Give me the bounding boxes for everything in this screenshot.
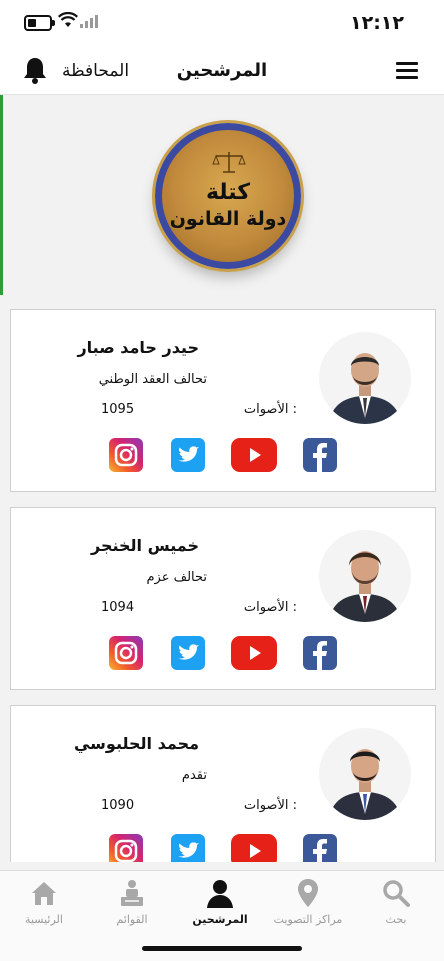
- votes-value: 1095: [101, 402, 135, 417]
- tab-label: المرشحين: [192, 913, 248, 926]
- twitter-icon[interactable]: [171, 834, 205, 862]
- candidate-card[interactable]: حيدر حامد صبار تحالف العقد الوطني الأصوا…: [10, 309, 436, 492]
- twitter-icon[interactable]: [171, 636, 205, 670]
- instagram-icon[interactable]: [109, 834, 143, 862]
- tab-label: بحث: [385, 913, 407, 926]
- battery-icon: [24, 15, 55, 31]
- signal-icon: [80, 15, 98, 28]
- tab-search[interactable]: بحث: [352, 875, 440, 931]
- page-title: المرشحين: [176, 60, 268, 81]
- votes-value: 1094: [101, 600, 135, 615]
- tab-voting-centers[interactable]: مراكز التصويت: [264, 875, 352, 931]
- lists-icon: [121, 880, 143, 906]
- scales-icon: [212, 152, 246, 173]
- candidate-name: خميس الخنجر: [90, 536, 199, 555]
- votes-label: الأصوات :: [243, 402, 297, 417]
- candidate-name: محمد الحلبوسي: [73, 734, 199, 753]
- instagram-icon[interactable]: [109, 438, 143, 472]
- logo-line-1: كتلة: [205, 180, 251, 205]
- tab-home[interactable]: الرئيسية: [0, 875, 88, 931]
- candidate-party: تحالف العقد الوطني: [98, 372, 207, 387]
- status-bar: ١٢:١٢: [0, 0, 444, 46]
- status-time: ١٢:١٢: [350, 12, 404, 34]
- candidate-name: حيدر حامد صبار: [77, 338, 199, 357]
- votes-label: الأصوات :: [243, 600, 297, 615]
- votes-label: الأصوات :: [243, 798, 297, 813]
- location-pin-icon: [298, 879, 318, 907]
- tab-label: مراكز التصويت: [273, 913, 343, 926]
- tab-label: الرئيسية: [25, 913, 63, 926]
- menu-icon[interactable]: [396, 62, 418, 79]
- candidate-card[interactable]: محمد الحلبوسي تقدم الأصوات : 1090: [10, 705, 436, 862]
- youtube-icon[interactable]: [231, 834, 277, 862]
- tab-label: القوائم: [116, 913, 148, 926]
- youtube-icon[interactable]: [231, 438, 277, 472]
- facebook-icon[interactable]: [303, 438, 337, 472]
- app-header: المحافظة المرشحين: [0, 46, 444, 95]
- candidates-icon: [207, 880, 233, 908]
- instagram-icon[interactable]: [109, 636, 143, 670]
- tab-candidates[interactable]: المرشحين: [176, 875, 264, 931]
- candidate-card[interactable]: خميس الخنجر تحالف عزم الأصوات : 1094: [10, 507, 436, 690]
- logo-line-2: دولة القانون: [169, 208, 287, 230]
- candidate-avatar: [319, 332, 411, 424]
- facebook-icon[interactable]: [303, 834, 337, 862]
- candidate-avatar: [319, 530, 411, 622]
- facebook-icon[interactable]: [303, 636, 337, 670]
- candidate-party: تحالف عزم: [146, 570, 208, 585]
- party-banner: كتلة دولة القانون: [0, 95, 444, 295]
- party-logo: كتلة دولة القانون: [155, 123, 301, 269]
- twitter-icon[interactable]: [171, 438, 205, 472]
- candidate-party: تقدم: [181, 768, 207, 783]
- youtube-icon[interactable]: [231, 636, 277, 670]
- wifi-icon: [58, 12, 78, 27]
- home-indicator[interactable]: [142, 946, 302, 951]
- home-icon: [32, 882, 56, 905]
- candidate-list[interactable]: حيدر حامد صبار تحالف العقد الوطني الأصوا…: [0, 296, 444, 862]
- tab-lists[interactable]: القوائم: [88, 875, 176, 931]
- candidate-avatar: [319, 728, 411, 820]
- votes-value: 1090: [101, 798, 135, 813]
- search-icon: [383, 880, 410, 907]
